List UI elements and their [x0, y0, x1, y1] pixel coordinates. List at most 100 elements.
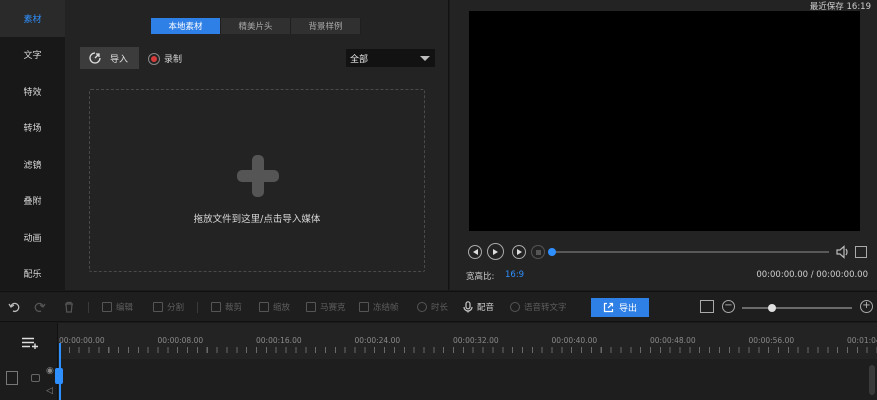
plus-icon [237, 155, 279, 197]
scissors-icon [153, 302, 163, 312]
export-button[interactable]: 导出 [591, 298, 649, 317]
ruler-tick-label: 00:00:56.00 [748, 336, 795, 345]
zoom-icon [259, 302, 269, 312]
ruler-tick-label: 00:01:04 [847, 336, 877, 345]
mosaic-button[interactable]: 马赛克 [306, 301, 346, 313]
freeze-frame-button[interactable]: 冻结帧 [359, 301, 399, 313]
media-filter-select[interactable]: 全部 [346, 49, 435, 67]
playback-progress[interactable] [548, 248, 829, 256]
stop-icon [535, 249, 541, 255]
edit-label: 编辑 [116, 303, 134, 313]
duration-button[interactable]: 时长 [417, 301, 448, 313]
ruler-tick-label: 00:00:16.00 [256, 336, 302, 345]
fullscreen-icon[interactable] [855, 246, 867, 258]
aspect-ratio-label: 宽高比: [466, 272, 495, 282]
export-icon [603, 302, 614, 313]
timeline-scrollbar[interactable] [869, 365, 875, 395]
crop-label: 裁剪 [225, 303, 243, 313]
duration-label: 时长 [431, 303, 449, 313]
dub-label: 配音 [477, 303, 495, 313]
zoom-button[interactable]: 缩放 [259, 301, 290, 313]
record-label: 录制 [164, 55, 183, 65]
speaker-icon[interactable]: ◁ [46, 386, 53, 396]
left-sidebar: 素材 文字 特效 转场 滤镜 叠附 动画 配乐 [0, 0, 65, 290]
import-icon [89, 52, 101, 64]
zoom-slider-handle[interactable] [767, 304, 776, 312]
edit-toolbar: 编辑 分割 裁剪 缩放 马赛克 冻结帧 时长 配音 语音转文字 导出 − + [0, 291, 877, 322]
zoom-in-icon[interactable]: + [860, 300, 873, 313]
speech-to-text-button[interactable]: 语音转文字 [510, 301, 567, 313]
step-forward-icon [516, 249, 522, 255]
prev-frame-button[interactable] [468, 245, 482, 259]
drop-zone-text: 拖放文件到这里/点击导入媒体 [193, 214, 321, 225]
sidebar-item-effects[interactable]: 特效 [0, 73, 65, 110]
chevron-down-icon [420, 55, 430, 61]
add-track-icon[interactable] [22, 337, 39, 349]
tab-background-samples[interactable]: 背景样例 [291, 18, 361, 34]
ruler-tick-label: 00:00:00.00 [59, 336, 105, 345]
video-track[interactable] [59, 359, 877, 400]
undo-icon[interactable] [8, 301, 20, 313]
mosaic-icon [306, 302, 316, 312]
timeline-zoom-slider[interactable] [742, 304, 852, 312]
zoom-label: 缩放 [273, 303, 291, 313]
sidebar-item-text[interactable]: 文字 [0, 37, 65, 74]
redo-icon[interactable] [34, 301, 46, 313]
sidebar-item-filters[interactable]: 滤镜 [0, 146, 65, 183]
play-button[interactable] [487, 243, 504, 260]
playhead-handle[interactable] [55, 368, 63, 384]
next-frame-button[interactable] [512, 245, 526, 259]
sidebar-item-overlays[interactable]: 叠附 [0, 183, 65, 220]
split-label: 分割 [167, 303, 185, 313]
speech-icon [510, 302, 520, 312]
timeline-panel: ◉ ◁ 00:00:00.00 00:00:08.00 00:00:16.00 00:… [0, 323, 877, 400]
dub-button[interactable]: 配音 [463, 301, 494, 313]
sidebar-item-animation[interactable]: 动画 [0, 219, 65, 256]
crop-icon [211, 302, 221, 312]
stop-button[interactable] [531, 245, 545, 259]
ruler-ticks [59, 347, 877, 353]
preview-screen [469, 11, 860, 231]
crop-button[interactable]: 裁剪 [211, 301, 242, 313]
tab-intro-templates[interactable]: 精美片头 [221, 18, 291, 34]
media-drop-zone[interactable]: 拖放文件到这里/点击导入媒体 [89, 89, 425, 272]
import-label: 导入 [110, 54, 129, 65]
ruler-tick-label: 00:00:32.00 [453, 336, 499, 345]
lock-icon[interactable] [31, 374, 40, 382]
clock-icon [417, 302, 427, 312]
ruler-tick-label: 00:00:48.00 [650, 336, 696, 345]
tab-local-material[interactable]: 本地素材 [151, 18, 221, 34]
play-icon [493, 248, 498, 255]
toolbar-divider [197, 302, 198, 313]
export-label: 导出 [618, 304, 637, 314]
eye-icon[interactable]: ◉ [46, 366, 54, 376]
sidebar-item-material[interactable]: 素材 [0, 0, 65, 37]
preview-panel: 最近保存 16:19 宽高比: 16:9 00:00:00.00 / 00:00… [450, 0, 877, 290]
delete-icon[interactable] [63, 301, 75, 313]
ruler-tick-label: 00:00:24.00 [354, 336, 401, 345]
ruler-tick-label: 00:00:40.00 [551, 336, 598, 345]
import-button[interactable]: 导入 [80, 47, 139, 69]
mosaic-label: 马赛克 [320, 303, 346, 313]
playback-time: 00:00:00.00 / 00:00:00.00 [756, 270, 868, 280]
fit-timeline-icon[interactable] [700, 300, 714, 313]
speech-to-text-label: 语音转文字 [524, 303, 567, 313]
timeline-ruler[interactable]: 00:00:00.00 00:00:08.00 00:00:16.00 00:00:2… [59, 323, 877, 353]
microphone-icon [463, 301, 473, 313]
progress-handle[interactable] [548, 248, 556, 256]
edit-button[interactable]: 编辑 [102, 301, 133, 313]
pencil-icon [102, 302, 112, 312]
freeze-frame-icon [359, 302, 369, 312]
record-button[interactable]: 录制 [148, 52, 182, 65]
step-back-icon [472, 249, 478, 255]
split-button[interactable]: 分割 [153, 301, 184, 313]
zoom-out-icon[interactable]: − [722, 300, 735, 313]
sidebar-item-transitions[interactable]: 转场 [0, 110, 65, 147]
video-track-icon [6, 371, 18, 385]
sidebar-item-music[interactable]: 配乐 [0, 256, 65, 293]
volume-icon[interactable] [835, 244, 851, 260]
media-panel: 本地素材 精美片头 背景样例 导入 录制 全部 拖放文件到这里/点击导入媒体 [65, 0, 449, 290]
freeze-frame-label: 冻结帧 [373, 303, 399, 313]
media-tabs: 本地素材 精美片头 背景样例 [151, 18, 361, 34]
aspect-ratio-value[interactable]: 16:9 [505, 270, 524, 280]
